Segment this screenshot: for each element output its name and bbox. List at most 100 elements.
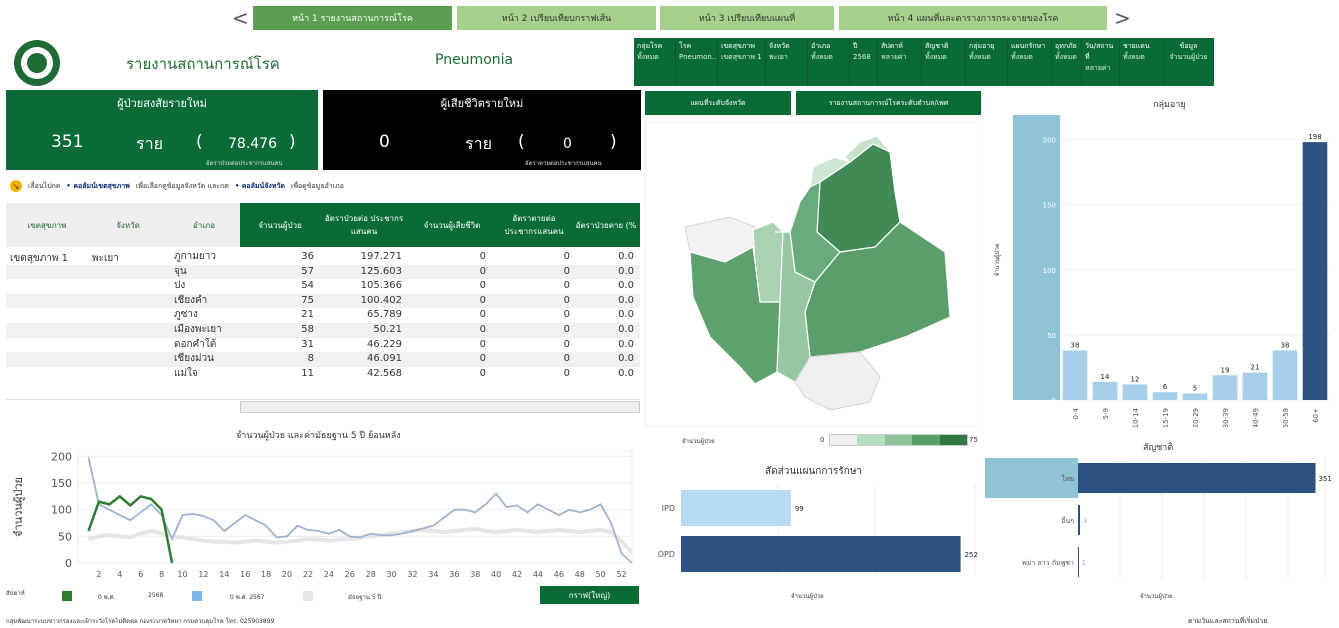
table-row[interactable]: เมืองพะเยา 58 50.21 0 0 0.0 (6, 323, 640, 338)
filter-9[interactable]: แผนกรักษา ทั้งหมด (1008, 38, 1052, 86)
table-district-cell: เมืองพะเยา (174, 324, 222, 335)
col-header-cases[interactable]: จำนวนผู้ป่วย (240, 203, 320, 247)
kpi-deaths-open: ( (518, 132, 525, 152)
treatment-bar[interactable] (681, 536, 961, 572)
age-y-tick: 150 (1043, 202, 1056, 210)
table-cases-cell: 11 (301, 367, 314, 379)
district-choropleth-map[interactable] (645, 122, 981, 427)
table-death-rate-cell: 0 (563, 338, 570, 350)
kpi-new-cases: ผู้ป่วยสงสัยรายใหม่ 351 ราย ( 78.476 ) อ… (6, 90, 318, 170)
table-row[interactable]: ภูซาง 21 65.789 0 0 0.0 (6, 308, 640, 323)
filter-13[interactable]: ข้อมูล จำนวนผู้ป่วย (1164, 38, 1214, 86)
table-row[interactable]: เชียงคำ 75 100.402 0 0 0.0 (6, 293, 640, 309)
line-y-tick: 0 (65, 557, 72, 570)
filter-1[interactable]: โรค Pneumon.. (676, 38, 718, 86)
table-deaths-cell: 0 (479, 367, 486, 379)
hint-text-2: เพื่อเลือกดูข้อมูลจังหวัด และกด (135, 181, 229, 190)
col-header-district[interactable]: อำเภอ (168, 203, 240, 247)
big-graph-button[interactable]: กราฟ(ใหญ่) (540, 586, 639, 604)
age-bar[interactable] (1212, 375, 1238, 400)
legend-median-label: มัธยฐาน 5 ปี (348, 594, 382, 601)
col-header-death-rate[interactable]: อัตราตายต่อ ประชากรแสนคน (496, 203, 572, 247)
arrow-down-right-icon: ↘ (10, 180, 22, 192)
col-header-province[interactable]: จังหวัด (88, 203, 168, 247)
nationality-bar[interactable] (1078, 463, 1316, 493)
filter-6[interactable]: สัปดาห์ หลายค่า (878, 38, 922, 86)
nationality-bar[interactable] (1078, 505, 1081, 535)
col-header-cfr[interactable]: อัตราป่วยตาย (% (572, 203, 640, 247)
col-header-region[interactable]: เขตสุขภาพ (6, 203, 88, 247)
age-bar[interactable] (1122, 384, 1148, 400)
table-row[interactable]: ดอกคำใต้ 31 46.229 0 0 0.0 (6, 338, 640, 353)
table-horizontal-scrollbar[interactable] (240, 401, 640, 413)
filter-10[interactable]: อุทกภัย ทั้งหมด (1052, 38, 1082, 86)
age-x-tick: 30-39 (1222, 408, 1230, 427)
legend-current-prefix: 0 พ.ศ. (98, 594, 116, 601)
table-deaths-cell: 0 (479, 265, 486, 277)
prev-page-arrow[interactable]: < (232, 6, 249, 30)
filter-label: สัปดาห์ (881, 42, 903, 50)
filter-12[interactable]: ชายแดน ทั้งหมด (1120, 38, 1164, 86)
line-x-tick: 14 (219, 570, 229, 579)
col-header-deaths[interactable]: จำนวนผู้เสียชีวิต (408, 203, 496, 247)
kpi-cases-unit: ราย (136, 134, 163, 153)
filter-3[interactable]: จังหวัด พะเยา (766, 38, 808, 86)
table-row[interactable]: เชียงม่วน 8 46.091 0 0 0.0 (6, 352, 640, 367)
table-cases-cell: 31 (301, 338, 314, 350)
table-row[interactable]: ภูกามยาว 36 197.271 0 0 0.0 (6, 250, 640, 265)
table-death-rate-cell: 0 (563, 265, 570, 277)
nationality-category-label: พม่า ลาว กัมพูชา (1022, 559, 1074, 567)
filter-label: โรค (679, 42, 692, 50)
filter-8[interactable]: กลุ่มอายุ ทั้งหมด (966, 38, 1008, 86)
age-bar[interactable] (1152, 392, 1178, 400)
table-rate-cell: 65.789 (367, 309, 402, 321)
table-death-rate-cell: 0 (563, 294, 570, 306)
filter-4[interactable]: อำเภอ ทั้งหมด (808, 38, 850, 86)
age-bar[interactable] (1242, 372, 1268, 400)
table-deaths-cell: 0 (479, 251, 486, 262)
kpi-deaths-unit: ราย (465, 134, 492, 153)
map-legend-gradient (829, 434, 968, 446)
filter-value: ทั้งหมด (1011, 53, 1033, 61)
col-header-rate[interactable]: อัตราป่วยต่อ ประชากรแสนคน (320, 203, 408, 247)
age-bar[interactable] (1092, 381, 1118, 400)
treatment-category-label: IPD (662, 504, 675, 513)
tab-page-2[interactable]: หน้า 2 เปรียบเทียบกราฟเส้น (457, 6, 656, 30)
page-title: รายงานสถานการณ์โรค (126, 55, 280, 73)
treatment-bar[interactable] (681, 490, 791, 526)
filter-label: ปี (853, 42, 858, 50)
next-page-arrow[interactable]: > (1114, 6, 1131, 30)
age-bar[interactable] (1302, 142, 1328, 400)
tab-page-4[interactable]: หน้า 4 แผนที่และตารางการกระจายของโรค (839, 6, 1107, 30)
province-map-button[interactable]: แผนที่ระดับจังหวัด (645, 91, 791, 115)
filter-label: จังหวัด (769, 42, 790, 50)
age-bar[interactable] (1182, 393, 1208, 400)
line-y-tick: 150 (51, 477, 72, 490)
nationality-bar[interactable] (1078, 547, 1079, 577)
age-x-tick: 20-29 (1192, 408, 1200, 427)
table-rate-cell: 100.402 (360, 294, 402, 306)
tab-page-3[interactable]: หน้า 3 เปรียบเทียบแผนที่ (660, 6, 834, 30)
usage-hint: ↘ เลื่อนไปกด • คอลัมน์เขตสุขภาพ เพื่อเลื… (10, 180, 344, 192)
filter-2[interactable]: เขตสุขภาพ เขตสุขภาพ 1 (718, 38, 766, 86)
filter-label: กลุ่มโรค (637, 42, 663, 50)
table-row[interactable]: ปง 54 105.366 0 0 0.0 (6, 279, 640, 294)
age-bar-value: 6 (1163, 383, 1168, 391)
filter-label: ชายแดน (1123, 42, 1150, 50)
table-row[interactable]: แม่ใจ 11 42.568 0 0 0.0 (6, 367, 640, 382)
table-cases-cell: 57 (301, 265, 314, 277)
table-cases-cell: 58 (301, 324, 314, 335)
filter-7[interactable]: สัญชาติ ทั้งหมด (922, 38, 966, 86)
filter-label: อำเภอ (811, 42, 831, 50)
filter-0[interactable]: กลุ่มโรค ทั้งหมด (634, 38, 676, 86)
age-bar[interactable] (1062, 350, 1088, 400)
subdistrict-report-button[interactable]: รายงานสถานการณ์โรคระดับตำบล/เพศ (796, 91, 981, 115)
age-bar[interactable] (1272, 350, 1298, 400)
filter-5[interactable]: ปี 2568 (850, 38, 878, 86)
tab-page-1[interactable]: หน้า 1 รายงานสถานการณ์โรค (253, 6, 452, 30)
map-legend-min: 0 (820, 436, 825, 444)
filter-11[interactable]: วัน/สถานที่ หลายค่า (1082, 38, 1120, 86)
line-x-tick: 10 (177, 570, 187, 579)
table-row[interactable]: จุน 57 125.603 0 0 0.0 (6, 264, 640, 280)
age-x-tick: 10-14 (1132, 407, 1140, 427)
